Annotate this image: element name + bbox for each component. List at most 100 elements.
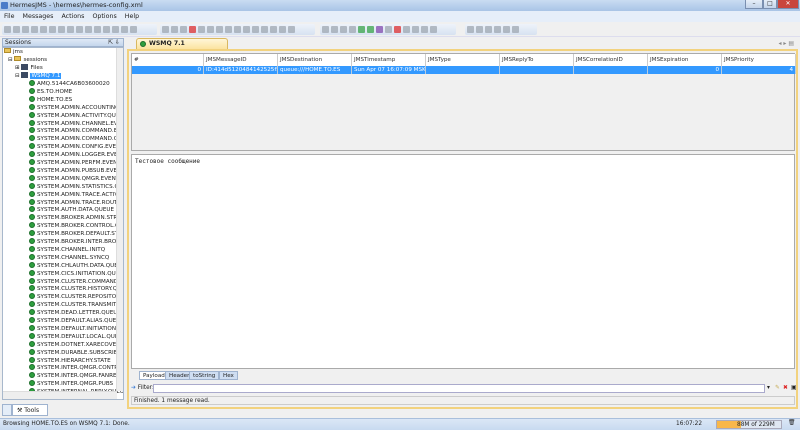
tree-node-queue[interactable]: SYSTEM.CLUSTER.TRANSMIT.QUEUE: [29, 301, 123, 309]
tree-node-queue[interactable]: SYSTEM.ADMIN.COMMAND.EVENT: [29, 127, 123, 135]
toolbar-button-icon[interactable]: [279, 26, 286, 33]
table-cell[interactable]: [426, 66, 500, 74]
tree-node-queue[interactable]: SYSTEM.ADMIN.LOGGER.EVENT: [29, 151, 123, 159]
tree-node-queue[interactable]: SYSTEM.ADMIN.STATISTICS.QUEUE: [29, 182, 123, 191]
tree-node-queue[interactable]: SYSTEM.CLUSTER.REPOSITORY.QUEUE: [29, 293, 123, 301]
save-icon[interactable]: ▣: [791, 383, 796, 394]
tree-node-queue[interactable]: SYSTEM.ADMIN.CHANNEL.EVENT: [29, 119, 123, 128]
tree-node-queue[interactable]: ES.TO.HOME: [29, 87, 72, 96]
tree-node-queue[interactable]: SYSTEM.CICS.INITIATION.QUEUE: [29, 269, 123, 278]
column-header[interactable]: JMSCorrelationID: [574, 54, 648, 66]
tree-node-queue[interactable]: SYSTEM.ADMIN.QMGR.EVENT: [29, 174, 119, 183]
tree-node-queue[interactable]: SYSTEM.ADMIN.ACTIVITY.QUEUE: [29, 111, 123, 120]
tree-node-queue[interactable]: SYSTEM.CHLAUTH.DATA.QUEUE: [29, 261, 123, 270]
toolbar-button-icon[interactable]: [198, 26, 205, 33]
toolbar-button-icon[interactable]: [385, 26, 392, 33]
toolbar-button-icon[interactable]: [171, 26, 178, 33]
toolbar-button-icon[interactable]: [243, 26, 250, 33]
toolbar-button-icon[interactable]: [40, 26, 47, 33]
clear-icon[interactable]: ✖: [783, 383, 788, 394]
toolbar-button-icon[interactable]: [412, 26, 419, 33]
tree-node-queue[interactable]: SYSTEM.ADMIN.PERFM.EVENT: [29, 159, 121, 167]
table-cell[interactable]: 4: [722, 66, 796, 74]
toolbar-button-icon[interactable]: [103, 26, 110, 33]
toolbar-button-icon[interactable]: [180, 26, 187, 33]
column-header[interactable]: JMSPriority: [722, 54, 796, 66]
tree-vertical-scrollbar[interactable]: [116, 48, 123, 391]
toolbar-button-icon[interactable]: [476, 26, 483, 33]
toolbar-button-icon[interactable]: [367, 26, 374, 33]
tree-node-queue[interactable]: SYSTEM.CHANNEL.INITQ: [29, 245, 105, 254]
column-header[interactable]: JMSDestination: [278, 54, 352, 66]
tree-node-queue[interactable]: SYSTEM.ADMIN.PUBSUB.EVENT: [29, 166, 123, 175]
menu-options[interactable]: Options: [88, 11, 120, 22]
toolbar-button-icon[interactable]: [467, 26, 474, 33]
column-header[interactable]: JMSExpiration: [648, 54, 722, 66]
tree-node-queue[interactable]: SYSTEM.CHANNEL.SYNCQ: [29, 253, 109, 262]
toolbar-button-icon[interactable]: [421, 26, 428, 33]
tree-node-queue[interactable]: SYSTEM.DEAD.LETTER.QUEUE: [29, 309, 121, 317]
table-cell[interactable]: ID:414d5120484142525f51...: [204, 66, 278, 74]
toolbar-button-icon[interactable]: [261, 26, 268, 33]
toolbar-button-icon[interactable]: [94, 26, 101, 33]
tree-node-queue[interactable]: SYSTEM.DEFAULT.ALIAS.QUEUE: [29, 317, 123, 325]
tree-node-queue[interactable]: HOME.TO.ES: [29, 95, 72, 104]
tree-node-queue[interactable]: SYSTEM.DOTNET.XARECOVERY.QUEUE: [29, 340, 123, 349]
menu-actions[interactable]: Actions: [57, 11, 88, 22]
table-cell[interactable]: 0: [648, 66, 722, 74]
menu-help[interactable]: Help: [121, 11, 143, 22]
tree-node-queue[interactable]: SYSTEM.INTER.QMGR.PUBS: [29, 380, 113, 388]
toolbar-button-icon[interactable]: [58, 26, 65, 33]
toolbar-button-icon[interactable]: [252, 26, 259, 33]
column-header[interactable]: #: [132, 54, 204, 66]
toolbar-button-icon[interactable]: [31, 26, 38, 33]
tree-node-jms[interactable]: jms: [4, 48, 23, 56]
toolbar-button-icon[interactable]: [494, 26, 501, 33]
message-payload[interactable]: Тестовое сообщение: [131, 154, 795, 369]
toolbar-button-icon[interactable]: [340, 26, 347, 33]
tree-node-queue[interactable]: SYSTEM.CLUSTER.HISTORY.QUEUE: [29, 285, 123, 293]
toolbar-button-icon[interactable]: [22, 26, 29, 33]
tree-node-queue[interactable]: SYSTEM.BROKER.CONTROL.QUEUE: [29, 222, 123, 230]
minimize-button[interactable]: –: [745, 0, 763, 9]
toolbar-button-icon[interactable]: [322, 26, 329, 33]
toolbar-button-icon[interactable]: [13, 26, 20, 33]
garbage-collect-icon[interactable]: 🗑: [788, 420, 795, 426]
menu-messages[interactable]: Messages: [19, 11, 58, 22]
filter-dropdown-icon[interactable]: ▾: [767, 383, 770, 394]
toolbar-button-icon[interactable]: [349, 26, 356, 33]
toolbar-button-icon[interactable]: [207, 26, 214, 33]
subtab-hex[interactable]: Hex: [219, 371, 238, 380]
toolbar-button-icon[interactable]: [403, 26, 410, 33]
tree-node-queue[interactable]: SYSTEM.ADMIN.TRACE.ACTIVITY.QUEUE: [29, 190, 123, 199]
column-header[interactable]: JMSMessageID: [204, 54, 278, 66]
tree-node-wsmq[interactable]: ⊟ WSMQ 7.1: [15, 72, 62, 80]
maximize-button[interactable]: □: [763, 0, 777, 9]
tree-node-queue[interactable]: SYSTEM.INTER.QMGR.FANREQ: [29, 372, 121, 380]
close-button[interactable]: ✕: [777, 0, 799, 9]
tree-node-queue[interactable]: SYSTEM.ADMIN.ACCOUNTING.QUEUE: [29, 103, 123, 112]
toolbar-button-icon[interactable]: [130, 26, 137, 33]
table-cell[interactable]: [500, 66, 574, 74]
edit-icon[interactable]: ✎: [775, 383, 780, 394]
tree-node-queue[interactable]: SYSTEM.CLUSTER.COMMAND.QUEUE: [29, 277, 123, 286]
tree-node-sessions[interactable]: ⊟ sessions: [8, 56, 47, 64]
toolbar-button-icon[interactable]: [49, 26, 56, 33]
table-cell[interactable]: queue:///HOME.TO.ES: [278, 66, 352, 74]
filter-input[interactable]: [153, 384, 765, 393]
tree-node-queue[interactable]: SYSTEM.DURABLE.SUBSCRIBER.QUEUE: [29, 348, 123, 357]
toolbar-button-icon[interactable]: [512, 26, 519, 33]
column-header[interactable]: JMSReplyTo: [500, 54, 574, 66]
tree-horizontal-scrollbar[interactable]: [3, 391, 117, 399]
toolbar-button-icon[interactable]: [4, 26, 11, 33]
tools-tab[interactable]: ⚒ Tools: [12, 404, 48, 416]
toolbar-button-icon[interactable]: [189, 26, 196, 33]
toolbar-button-icon[interactable]: [485, 26, 492, 33]
sessions-tab[interactable]: [2, 404, 12, 416]
toolbar-button-icon[interactable]: [503, 26, 510, 33]
table-cell[interactable]: 0: [132, 66, 204, 74]
toolbar-button-icon[interactable]: [288, 26, 295, 33]
toolbar-button-icon[interactable]: [85, 26, 92, 33]
tab-nav-icons[interactable]: ◂ ▸ ▤: [778, 40, 794, 47]
tree-node-queue[interactable]: SYSTEM.INTER.QMGR.CONTROL: [29, 364, 123, 372]
